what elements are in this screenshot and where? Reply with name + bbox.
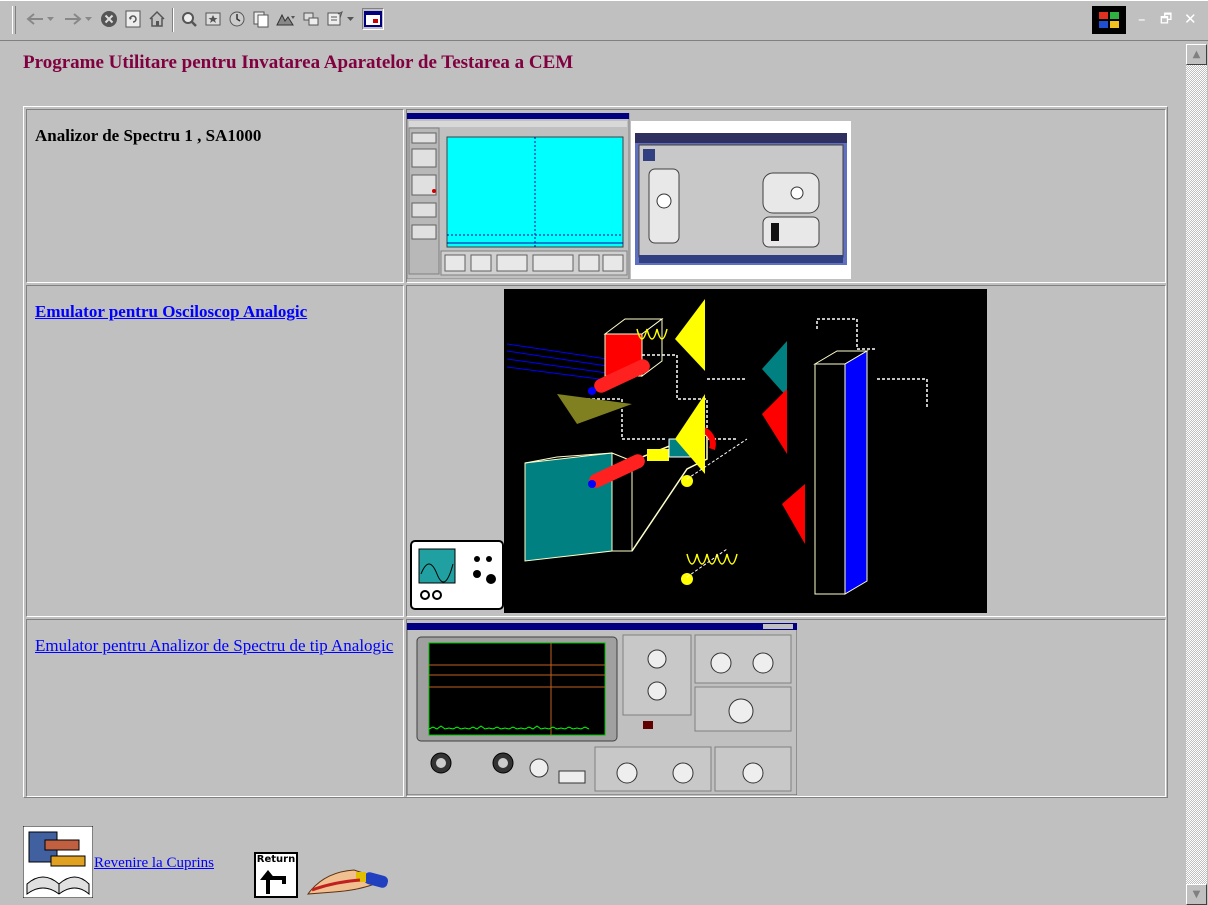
- analog-spectrum-analyzer-link[interactable]: Emulator pentru Analizor de Spectru de t…: [35, 636, 393, 655]
- edit-dropdown-icon[interactable]: [346, 8, 356, 30]
- discuss-icon[interactable]: [324, 8, 346, 30]
- return-button-label: Return: [256, 854, 296, 865]
- scroll-down-button[interactable]: ▼: [1186, 884, 1207, 905]
- mail-icon[interactable]: [250, 8, 272, 30]
- minimize-button[interactable]: –: [1138, 10, 1146, 28]
- back-to-contents-link[interactable]: Revenire la Cuprins: [94, 855, 214, 872]
- history-icon[interactable]: [226, 8, 248, 30]
- oscilloscope-emulator-link[interactable]: Emulator pentru Osciloscop Analogic: [35, 302, 307, 321]
- return-arrow-icon: [260, 870, 286, 894]
- row-3-image-cell: [406, 619, 1166, 797]
- back-dropdown-icon[interactable]: [46, 8, 56, 30]
- spectrum-analyzer-sa1000-image[interactable]: [407, 113, 852, 279]
- row-1-label-cell: Analizor de Spectru 1 , SA1000: [26, 109, 404, 283]
- search-icon[interactable]: [178, 8, 200, 30]
- windows-logo-icon: [1092, 6, 1126, 34]
- row-2-image-cell: [406, 285, 1166, 617]
- stop-icon[interactable]: [98, 8, 120, 30]
- forward-dropdown-icon[interactable]: [84, 8, 94, 30]
- book-sign-icon[interactable]: [22, 825, 94, 899]
- row-2-label-cell: Emulator pentru Osciloscop Analogic: [26, 285, 404, 617]
- return-button[interactable]: Return: [254, 852, 298, 898]
- favorites-icon[interactable]: [202, 8, 224, 30]
- fullscreen-icon[interactable]: [362, 8, 384, 30]
- home-icon[interactable]: [146, 8, 168, 30]
- pointing-hand-icon: [304, 862, 394, 898]
- forward-icon[interactable]: [62, 8, 84, 30]
- spectrum-analyzer-sa1000-label: Analizor de Spectru 1 , SA1000: [35, 126, 262, 145]
- row-3-label-cell: Emulator pentru Analizor de Spectru de t…: [26, 619, 404, 797]
- analog-spectrum-analyzer-image[interactable]: [407, 623, 797, 795]
- vertical-scrollbar[interactable]: ▲ ▼: [1186, 44, 1207, 905]
- scroll-up-button[interactable]: ▲: [1186, 44, 1207, 65]
- refresh-icon[interactable]: [122, 8, 144, 30]
- toolbar-separator: [172, 8, 173, 32]
- row-1-image-cell: [406, 109, 1166, 283]
- oscilloscope-diagram-image[interactable]: [407, 289, 987, 613]
- close-button[interactable]: ✕: [1184, 10, 1197, 28]
- restore-button[interactable]: 🗗: [1160, 10, 1172, 32]
- print-icon[interactable]: [274, 8, 296, 30]
- page-title: Programe Utilitare pentru Invatarea Apar…: [23, 52, 574, 73]
- back-icon[interactable]: [24, 8, 46, 30]
- content-table: Analizor de Spectru 1 , SA1000 Emulator …: [23, 106, 1168, 798]
- browser-toolbar: – 🗗 ✕: [0, 0, 1208, 41]
- edit-icon[interactable]: [300, 8, 322, 30]
- toolbar-grip[interactable]: [12, 6, 16, 34]
